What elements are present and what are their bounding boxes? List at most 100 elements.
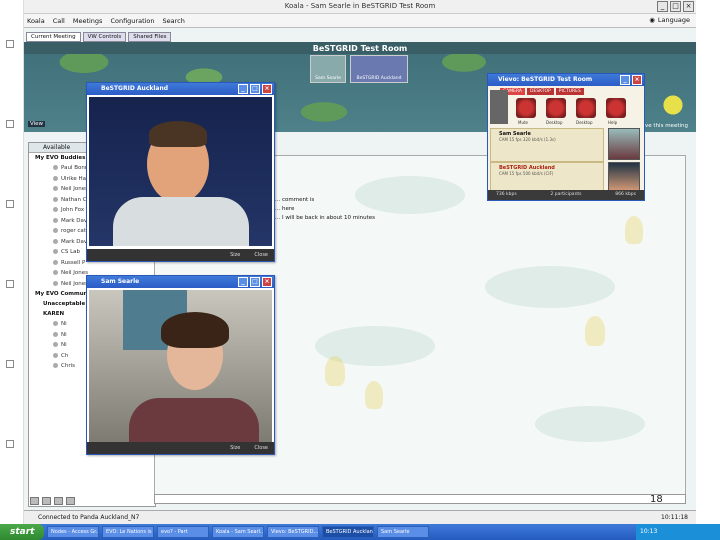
tab-vw-controls[interactable]: VW Controls xyxy=(82,32,127,42)
video-hair xyxy=(149,121,207,147)
menu-bar: Koala Call Meetings Configuration Search xyxy=(24,14,696,28)
mute-icon[interactable] xyxy=(516,98,536,118)
taskbar-item[interactable]: EVO: Le Nations is ... xyxy=(102,526,154,538)
chat-line: ... I will be back in about 10 minutes xyxy=(275,215,376,221)
vievo-statusbar: 736 kbps 2 participants 866 kbps xyxy=(488,190,644,200)
video-titlebar[interactable]: BeSTGRID Auckland _ □ × xyxy=(87,83,274,95)
desktop-icon[interactable] xyxy=(576,98,596,118)
size-button[interactable]: Size xyxy=(230,442,240,454)
lily-decoration xyxy=(485,266,615,308)
video-feed xyxy=(89,290,272,442)
bandwidth-out: 866 kbps xyxy=(615,192,636,197)
chat-messages: ... comment is ... here ... I will be ba… xyxy=(275,196,375,223)
vievo-window[interactable]: Vievo: BeSTGRID Test Room _ × CAMERA DES… xyxy=(487,73,645,201)
minimize-button[interactable]: _ xyxy=(657,1,668,12)
window-titlebar: Koala - Sam Searle in BeSTGRID Test Room… xyxy=(24,0,696,14)
video-titlebar[interactable]: Sam Searle _ □ × xyxy=(87,276,274,288)
status-icon[interactable] xyxy=(30,497,39,505)
video-window-auckland[interactable]: BeSTGRID Auckland _ □ × Size Close xyxy=(86,82,275,262)
slide-marker xyxy=(6,40,14,48)
video-title: Sam Searle xyxy=(101,278,140,285)
connection-status: Connected to Panda Auckland_N7 xyxy=(38,514,140,521)
maximize-button[interactable]: □ xyxy=(250,277,260,287)
video-scarf xyxy=(129,398,259,442)
participant-thumb[interactable]: Sam Searle xyxy=(310,55,346,83)
video-shirt xyxy=(113,197,249,246)
vievo-title: Vievo: BeSTGRID Test Room xyxy=(498,76,593,83)
video-feed xyxy=(89,97,272,246)
person-icon[interactable] xyxy=(54,497,63,505)
close-button[interactable]: × xyxy=(262,277,272,287)
slide-marker xyxy=(6,440,14,448)
views-label[interactable]: View xyxy=(28,121,46,127)
chat-line: ... here xyxy=(275,206,295,212)
tab-shared-files[interactable]: Shared Files xyxy=(128,32,172,42)
taskbar-item[interactable]: BeSTGRID Auckland xyxy=(322,526,374,538)
bandwidth-in: 736 kbps xyxy=(496,192,517,197)
slide-sidebar xyxy=(0,0,24,540)
camera-icon xyxy=(490,90,508,124)
size-button[interactable]: Size xyxy=(230,249,240,261)
start-button[interactable]: start xyxy=(0,524,44,540)
participant-video-thumb[interactable] xyxy=(608,128,640,160)
menu-meetings[interactable]: Meetings xyxy=(73,17,103,25)
menu-configuration[interactable]: Configuration xyxy=(110,17,154,25)
chat-input[interactable] xyxy=(154,494,686,504)
slide-marker xyxy=(6,280,14,288)
lily-decoration xyxy=(535,406,645,442)
video-window-sam[interactable]: Sam Searle _ □ × Size Close xyxy=(86,275,275,455)
close-button[interactable]: × xyxy=(632,75,642,85)
person-icon[interactable] xyxy=(42,497,51,505)
maximize-button[interactable]: □ xyxy=(250,84,260,94)
tab-current-meeting[interactable]: Current Meeting xyxy=(26,32,81,42)
minimize-button[interactable]: _ xyxy=(238,84,248,94)
participant-thumb-label: BeSTGRID Auckland xyxy=(356,76,402,81)
tab-pictures[interactable]: PICTURES xyxy=(555,88,584,95)
iris-decoration xyxy=(325,356,345,386)
menu-search[interactable]: Search xyxy=(163,17,185,25)
iris-decoration xyxy=(625,216,643,244)
iris-decoration xyxy=(585,316,605,346)
taskbar-item[interactable]: Koala - Sam Searl... xyxy=(212,526,264,538)
control-label: Mute xyxy=(518,120,529,125)
session-clock: 10:11:18 xyxy=(661,514,688,521)
language-menu[interactable]: ◉ Language xyxy=(649,16,690,24)
menu-koala[interactable]: Koala xyxy=(27,17,45,25)
window-title: Koala - Sam Searle in BeSTGRID Test Room xyxy=(284,2,436,10)
slide-marker xyxy=(6,200,14,208)
taskbar-item[interactable]: Sam Searle xyxy=(377,526,429,538)
avatar xyxy=(311,56,345,76)
tab-desktop[interactable]: DESKTOP xyxy=(526,88,554,95)
participant-row[interactable]: Sam Searle CAM 15 fps 320 kbit/s (1.3s) xyxy=(490,128,604,162)
settings-icon[interactable] xyxy=(66,497,75,505)
flower-decoration xyxy=(660,94,686,116)
leave-meeting-link[interactable]: ave this meeting xyxy=(642,123,688,129)
help-icon[interactable] xyxy=(606,98,626,118)
slide-marker xyxy=(6,120,14,128)
slide-canvas: Koala - Sam Searle in BeSTGRID Test Room… xyxy=(0,0,720,540)
close-button[interactable]: × xyxy=(262,84,272,94)
control-label: Desktop xyxy=(546,120,563,125)
avatar xyxy=(351,56,407,76)
chat-line: ... comment is xyxy=(275,197,315,203)
taskbar-item[interactable]: Vievo: BeSTGRID... xyxy=(267,526,319,538)
room-title: BeSTGRID Test Room xyxy=(312,44,408,53)
close-video-button[interactable]: Close xyxy=(254,442,268,454)
taskbar-item[interactable]: Nodes - Access Gr... xyxy=(47,526,99,538)
participant-thumb[interactable]: BeSTGRID Auckland xyxy=(350,55,408,83)
control-label: Desktop xyxy=(576,120,593,125)
vievo-titlebar[interactable]: Vievo: BeSTGRID Test Room _ × xyxy=(488,74,644,86)
close-video-button[interactable]: Close xyxy=(254,249,268,261)
desktop-icon[interactable] xyxy=(546,98,566,118)
maximize-button[interactable]: □ xyxy=(670,1,681,12)
participant-count: 2 participants xyxy=(550,192,582,197)
taskbar-item[interactable]: evo? - Part xyxy=(157,526,209,538)
participant-stats: CAM 15 fps 320 kbit/s (1.3s) xyxy=(499,137,556,142)
view-tabs: Current Meeting VW Controls Shared Files xyxy=(26,32,172,42)
language-label: Language xyxy=(657,16,690,24)
menu-call[interactable]: Call xyxy=(53,17,65,25)
minimize-button[interactable]: _ xyxy=(238,277,248,287)
minimize-button[interactable]: _ xyxy=(620,75,630,85)
iris-decoration xyxy=(365,381,383,409)
close-button[interactable]: × xyxy=(683,1,694,12)
